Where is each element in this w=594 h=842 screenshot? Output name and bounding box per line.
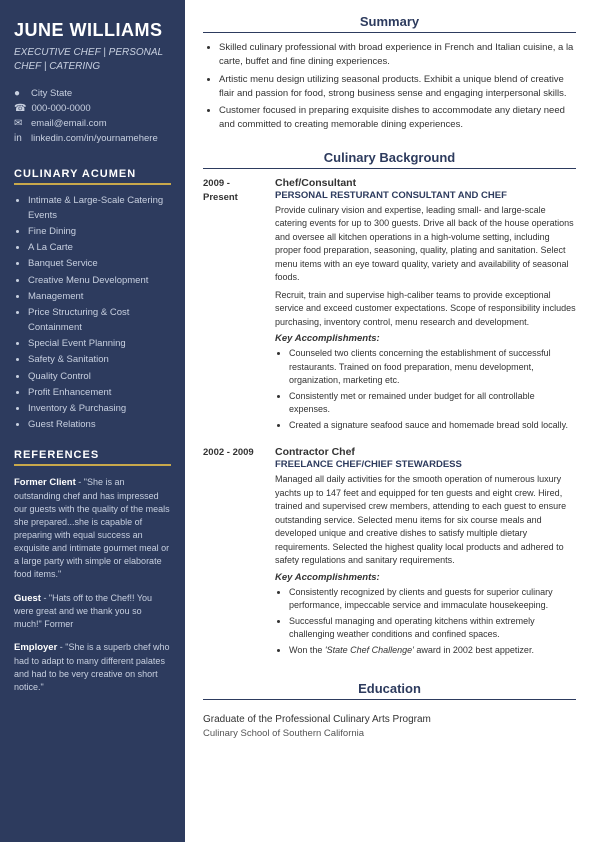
summary-bullet: Skilled culinary professional with broad… xyxy=(219,41,576,70)
job-details: Contractor ChefFreelance Chef/Chief Stew… xyxy=(275,446,576,661)
education-section: Graduate of the Professional Culinary Ar… xyxy=(203,712,576,739)
skill-item: Banquet Service xyxy=(28,256,171,271)
contact-section: ● City State ☎ 000-000-0000 ✉ email@emai… xyxy=(14,88,171,148)
job-desc1: Managed all daily activities for the smo… xyxy=(275,473,576,568)
education-degree: Graduate of the Professional Culinary Ar… xyxy=(203,712,576,728)
summary-list: Skilled culinary professional with broad… xyxy=(203,41,576,136)
accomplishment-item: Consistently met or remained under budge… xyxy=(289,390,576,417)
references-section: References Former Client - "She is an ou… xyxy=(14,449,171,704)
accomplishment-item: Won the 'State Chef Challenge' award in … xyxy=(289,644,576,658)
candidate-title: EXECUTIVE CHEF | PERSONAL CHEF | CATERIN… xyxy=(14,46,171,74)
linkedin-icon: in xyxy=(14,133,26,144)
reference-name: Employer xyxy=(14,642,57,653)
accomplishment-item: Consistently recognized by clients and g… xyxy=(289,586,576,613)
skill-item: A La Carte xyxy=(28,240,171,255)
skill-item: Intimate & Large-Scale Catering Events xyxy=(28,193,171,223)
skill-item: Quality Control xyxy=(28,369,171,384)
skill-item: Special Event Planning xyxy=(28,336,171,351)
skills-list: Intimate & Large-Scale Catering EventsFi… xyxy=(14,193,171,434)
accomplishments-heading: Key Accomplishments: xyxy=(275,572,576,583)
candidate-name: JUNE WILLIAMS xyxy=(14,20,171,42)
reference-name: Former Client xyxy=(14,477,76,488)
job-entry: 2002 - 2009Contractor ChefFreelance Chef… xyxy=(203,446,576,661)
education-school: Culinary School of Southern California xyxy=(203,728,576,739)
skill-item: Guest Relations xyxy=(28,417,171,432)
accomplishments-list: Counseled two clients concerning the est… xyxy=(275,347,576,432)
job-desc2: Recruit, train and supervise high-calibe… xyxy=(275,289,576,330)
sidebar: JUNE WILLIAMS EXECUTIVE CHEF | PERSONAL … xyxy=(0,0,185,842)
accomplishments-heading: Key Accomplishments: xyxy=(275,333,576,344)
contact-linkedin: in linkedin.com/in/yournamehere xyxy=(14,133,171,144)
accomplishment-item: Successful managing and operating kitche… xyxy=(289,615,576,642)
education-heading: Education xyxy=(203,681,576,700)
resume-page: JUNE WILLIAMS EXECUTIVE CHEF | PERSONAL … xyxy=(0,0,594,842)
skill-item: Price Structuring & Cost Containment xyxy=(28,305,171,335)
email-icon: ✉ xyxy=(14,118,26,129)
job-subtitle: Freelance Chef/Chief Stewardess xyxy=(275,459,576,470)
contact-email: ✉ email@email.com xyxy=(14,118,171,129)
reference-item: Guest - "Hats off to the Chef!! You were… xyxy=(14,592,171,632)
job-subtitle: PERSONAL RESTURANT Consultant and Chef xyxy=(275,190,576,201)
skill-item: Creative Menu Development xyxy=(28,273,171,288)
skill-item: Fine Dining xyxy=(28,224,171,239)
reference-item: Former Client - "She is an outstanding c… xyxy=(14,476,171,581)
contact-location: ● City State xyxy=(14,88,171,99)
jobs-container: 2009 - PresentChef/ConsultantPERSONAL RE… xyxy=(203,177,576,672)
culinary-acumen-heading: CULINARY ACUMEN xyxy=(14,168,171,185)
summary-bullet: Customer focused in preparing exquisite … xyxy=(219,104,576,133)
contact-phone: ☎ 000-000-0000 xyxy=(14,103,171,114)
location-icon: ● xyxy=(14,88,26,99)
background-heading: Culinary Background xyxy=(203,150,576,169)
phone-icon: ☎ xyxy=(14,103,26,114)
job-title: Contractor Chef xyxy=(275,446,576,458)
summary-bullet: Artistic menu design utilizing seasonal … xyxy=(219,73,576,102)
job-dates: 2009 - Present xyxy=(203,177,265,437)
summary-heading: Summary xyxy=(203,14,576,33)
skill-item: Safety & Sanitation xyxy=(28,352,171,367)
job-entry: 2009 - PresentChef/ConsultantPERSONAL RE… xyxy=(203,177,576,437)
accomplishment-item: Created a signature seafood sauce and ho… xyxy=(289,419,576,433)
accomplishments-list: Consistently recognized by clients and g… xyxy=(275,586,576,658)
job-details: Chef/ConsultantPERSONAL RESTURANT Consul… xyxy=(275,177,576,437)
skill-item: Profit Enhancement xyxy=(28,385,171,400)
skill-item: Inventory & Purchasing xyxy=(28,401,171,416)
reference-name: Guest xyxy=(14,593,41,604)
references-heading: References xyxy=(14,449,171,466)
reference-item: Employer - "She is a superb chef who had… xyxy=(14,641,171,694)
job-title: Chef/Consultant xyxy=(275,177,576,189)
job-dates: 2002 - 2009 xyxy=(203,446,265,661)
main-content: Summary Skilled culinary professional wi… xyxy=(185,0,594,842)
job-desc1: Provide culinary vision and expertise, l… xyxy=(275,204,576,285)
accomplishment-item: Counseled two clients concerning the est… xyxy=(289,347,576,388)
skill-item: Management xyxy=(28,289,171,304)
